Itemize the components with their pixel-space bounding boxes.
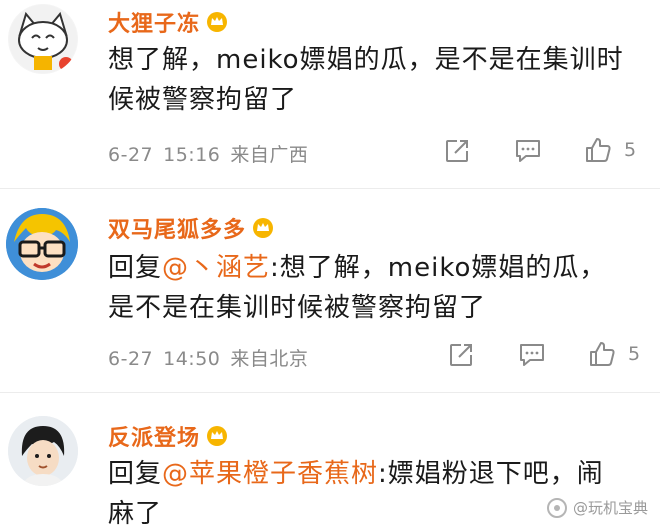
comment-time: 14:50: [163, 348, 221, 370]
mention-link[interactable]: @苹果橙子香蕉树: [162, 459, 378, 489]
avatar[interactable]: [8, 416, 78, 486]
avatar[interactable]: [8, 4, 78, 74]
reply-prefix: 回复: [108, 253, 163, 283]
watermark-text: @玩机宝典: [572, 499, 648, 517]
mention-link[interactable]: @丶涵艺: [162, 253, 270, 283]
comment-icon: [520, 344, 544, 366]
username-row: 反派登场: [108, 420, 228, 452]
cartoon-boy-avatar-icon: [6, 208, 78, 280]
comment-button[interactable]: [514, 138, 542, 164]
like-button[interactable]: 5: [588, 340, 640, 368]
vip-crown-badge-icon: [207, 426, 228, 446]
avatar[interactable]: [6, 208, 78, 280]
anime-character-avatar-icon: [8, 416, 78, 486]
username[interactable]: 大狸子冻: [108, 6, 200, 38]
comment-text: 回复@丶涵艺:想了解，meiko嫖娼的瓜， 是不是在集训时候被警察拘留了: [108, 253, 607, 323]
share-button[interactable]: [444, 138, 470, 164]
username-row: 大狸子冻: [108, 6, 228, 38]
watermark-logo-icon: [546, 497, 567, 518]
like-button[interactable]: 5: [584, 136, 636, 164]
comment-date: 6-27: [108, 348, 154, 370]
divider: [0, 188, 660, 189]
like-count: 5: [628, 343, 641, 365]
thumbs-up-icon: [586, 138, 611, 162]
comment-location: 来自广西: [230, 144, 309, 166]
share-icon: [450, 344, 472, 366]
divider: [0, 392, 660, 393]
thumbs-up-icon: [590, 342, 615, 366]
like-count: 5: [624, 139, 637, 161]
comment-button[interactable]: [518, 342, 546, 368]
vip-crown-badge-icon: [253, 218, 274, 238]
vip-crown-badge-icon: [207, 12, 228, 32]
reply-prefix: 回复: [108, 459, 163, 489]
comment-icon: [516, 140, 540, 162]
share-button[interactable]: [448, 342, 474, 368]
comment-item: 双马尾狐多多 回复@丶涵艺:想了解，meiko嫖娼的瓜， 是不是在集训时候被警察…: [0, 200, 660, 380]
comment-location: 来自北京: [230, 348, 309, 370]
username[interactable]: 反派登场: [108, 420, 200, 452]
comment-text: 回复@苹果橙子香蕉树:嫖娼粉退下吧，闹 麻了: [108, 459, 604, 528]
comment-meta: 6-27 15:16 来自广西: [108, 140, 318, 167]
comment-date: 6-27: [108, 144, 154, 166]
comment-item: 大狸子冻 想了解，meiko嫖娼的瓜，是不是在集训时 候被警察拘留了 6-27 1…: [0, 0, 660, 175]
comment-time: 15:16: [163, 144, 221, 166]
comment-text: 想了解，meiko嫖娼的瓜，是不是在集训时 候被警察拘留了: [108, 45, 624, 115]
watermark: @玩机宝典: [546, 497, 648, 518]
share-icon: [446, 140, 468, 162]
username[interactable]: 双马尾狐多多: [108, 212, 246, 244]
comment-meta: 6-27 14:50 来自北京: [108, 344, 318, 371]
username-row: 双马尾狐多多: [108, 212, 274, 244]
cat-avatar-icon: [9, 5, 77, 73]
